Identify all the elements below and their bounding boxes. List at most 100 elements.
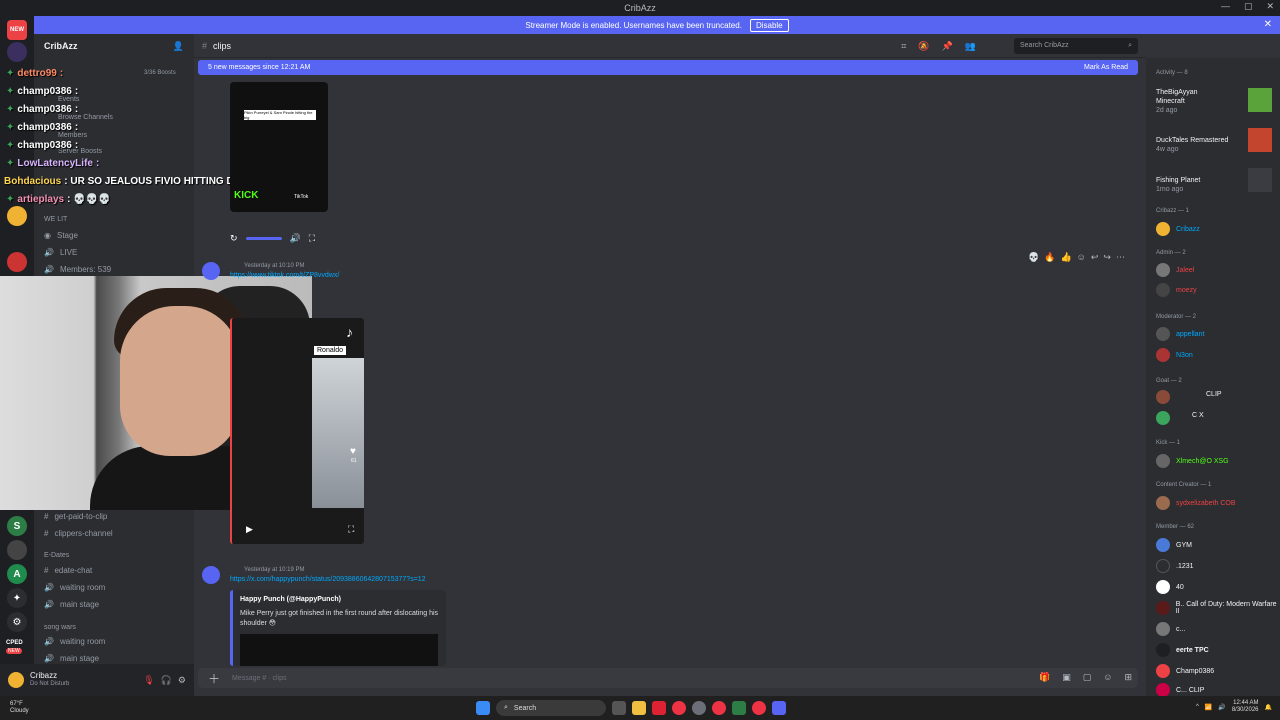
member-item[interactable]: Jaleel: [1156, 263, 1194, 277]
channel-main-stage[interactable]: 🔊 main stage: [44, 654, 99, 663]
channel-edate-chat[interactable]: # edate-chat: [44, 566, 92, 575]
member-item[interactable]: C X: [1192, 412, 1204, 419]
member-item[interactable]: c...: [1156, 622, 1185, 636]
disable-streamer-mode-button[interactable]: Disable: [749, 18, 789, 32]
mark-as-read-button[interactable]: Mark As Read: [1084, 64, 1128, 71]
channel-waiting-room[interactable]: 🔊 waiting room: [44, 583, 105, 592]
member-item[interactable]: GYM: [1156, 538, 1192, 552]
category-song-wars[interactable]: song wars: [44, 624, 76, 631]
channel-stage[interactable]: ◉ Stage: [44, 231, 78, 240]
notifications-icon[interactable]: 🔕: [918, 41, 929, 52]
tiktok-embed[interactable]: ♪ Ronaldo ♥ 61 ▶ ⛶: [230, 318, 364, 544]
member-item[interactable]: moezy: [1156, 283, 1197, 297]
category-we-lit[interactable]: WE LIT: [44, 216, 67, 223]
app-icon[interactable]: [652, 701, 666, 715]
activity-item[interactable]: Fishing Planet 1mo ago: [1156, 176, 1200, 194]
gift-icon[interactable]: 🎁: [1039, 672, 1050, 683]
server-header[interactable]: CribAzz 👤: [34, 34, 194, 58]
add-member-icon[interactable]: 👤: [173, 41, 184, 52]
server-icon[interactable]: [7, 42, 27, 62]
member-item[interactable]: eerte TPC: [1156, 643, 1209, 657]
mute-mic-icon[interactable]: 🎙: [143, 675, 154, 686]
server-settings-icon[interactable]: ⚙: [7, 612, 27, 632]
channel-clippers-channel[interactable]: # clippers-channel: [44, 529, 113, 538]
channel-waiting-room[interactable]: 🔊 waiting room: [44, 637, 105, 646]
gif-icon[interactable]: ▣: [1062, 672, 1071, 683]
maximize-button[interactable]: ▢: [1244, 1, 1253, 12]
server-icon[interactable]: [7, 252, 27, 272]
member-item[interactable]: sydxelizabeth COB: [1156, 496, 1236, 510]
start-icon[interactable]: [476, 701, 490, 715]
embed-title[interactable]: Happy Punch (@HappyPunch): [240, 596, 439, 603]
message-input[interactable]: Message # · clips: [232, 675, 286, 682]
app-icon[interactable]: [732, 701, 746, 715]
category-edates[interactable]: E-Dates: [44, 552, 69, 559]
channel-get-paid-to-clip[interactable]: # get-paid-to-clip: [44, 512, 107, 521]
discord-icon[interactable]: [772, 701, 786, 715]
minimize-button[interactable]: —: [1221, 1, 1230, 12]
member-item[interactable]: appellant: [1156, 327, 1204, 341]
play-icon[interactable]: ▶: [246, 524, 253, 535]
reaction-fire-icon[interactable]: 🔥: [1044, 252, 1055, 263]
avatar[interactable]: [202, 262, 220, 280]
member-item[interactable]: Cribazz: [1156, 222, 1200, 236]
message-link[interactable]: https://x.com/happypunch/status/20938860…: [230, 576, 426, 583]
file-explorer-icon[interactable]: [632, 701, 646, 715]
add-reaction-icon[interactable]: ☺: [1077, 252, 1086, 263]
avatar[interactable]: [8, 672, 24, 688]
wifi-icon[interactable]: 📶: [1205, 704, 1212, 711]
taskbar-search[interactable]: ⌕ Search: [496, 700, 606, 716]
reaction-skull-icon[interactable]: 💀: [1028, 252, 1039, 263]
channel-main-stage[interactable]: 🔊 main stage: [44, 600, 99, 609]
server-icon[interactable]: ✦: [7, 588, 27, 608]
add-attachment-icon[interactable]: ＋: [208, 670, 220, 687]
server-icon-a[interactable]: A: [7, 564, 27, 584]
fullscreen-icon[interactable]: ⛶: [348, 524, 354, 535]
tray-chevron-icon[interactable]: ^: [1196, 704, 1199, 710]
fullscreen-icon[interactable]: ⛶: [309, 233, 315, 244]
reaction-thumbs-icon[interactable]: 👍: [1060, 252, 1071, 263]
forward-icon[interactable]: ↪: [1103, 252, 1111, 263]
volume-icon[interactable]: 🔊: [290, 233, 301, 244]
member-item[interactable]: 40: [1156, 580, 1184, 594]
message-composer[interactable]: ＋ Message # · clips 🎁 ▣ ▢ ☺ ⊞: [198, 668, 1138, 688]
server-icon[interactable]: [7, 540, 27, 560]
server-icon-s[interactable]: S: [7, 516, 27, 536]
member-item[interactable]: C... CLIP: [1156, 683, 1204, 697]
video-attachment[interactable]: Pikin Purreyel & Sam Pinole hitting the …: [230, 82, 328, 212]
avatar[interactable]: [1156, 390, 1170, 404]
chrome-icon[interactable]: [752, 701, 766, 715]
sticker-icon[interactable]: ▢: [1083, 672, 1092, 683]
new-messages-bar[interactable]: 5 new messages since 12:21 AM Mark As Re…: [198, 60, 1138, 75]
member-item[interactable]: B.. Call of Duty: Modern Warfare II: [1156, 601, 1280, 615]
weather-widget[interactable]: 67°F Cloudy: [10, 701, 29, 715]
chrome-icon[interactable]: [672, 701, 686, 715]
avatar[interactable]: [202, 566, 220, 584]
more-icon[interactable]: ⋯: [1116, 252, 1125, 263]
pin-icon[interactable]: 📌: [942, 41, 953, 52]
threads-icon[interactable]: ⌗: [901, 41, 906, 52]
member-list-icon[interactable]: 👥: [965, 41, 976, 52]
member-item[interactable]: Xlmech@O XSG: [1156, 454, 1229, 468]
task-view-icon[interactable]: [612, 701, 626, 715]
emoji-icon[interactable]: ☺: [1103, 672, 1112, 683]
activity-item[interactable]: DuckTales Remastered 4w ago: [1156, 136, 1228, 154]
member-item[interactable]: CLIP: [1206, 391, 1222, 398]
activity-item[interactable]: TheBigAyyan Minecraft 2d ago: [1156, 88, 1252, 115]
browser-icon[interactable]: [712, 701, 726, 715]
search-input[interactable]: Search CribAzz ⌕: [1014, 38, 1138, 54]
clock[interactable]: 12:44 AM 8/30/2026: [1232, 700, 1259, 714]
reply-icon[interactable]: ↩: [1091, 252, 1099, 263]
member-item[interactable]: .1231: [1156, 559, 1194, 573]
message-link[interactable]: https://www.tiktok.com/t/ZP8vvdwx/: [230, 272, 339, 279]
settings-gear-icon[interactable]: ⚙: [178, 675, 186, 686]
deafen-icon[interactable]: 🎧: [161, 675, 172, 686]
channel-members-count[interactable]: 🔊 Members: 539: [44, 265, 111, 274]
member-item[interactable]: N3on: [1156, 348, 1193, 362]
github-icon[interactable]: [692, 701, 706, 715]
volume-slider[interactable]: [245, 236, 282, 240]
member-item[interactable]: Champ0386: [1156, 664, 1214, 678]
link-embed[interactable]: Happy Punch (@HappyPunch) Mike Perry jus…: [230, 590, 446, 666]
banner-close-icon[interactable]: ✕: [1264, 19, 1272, 30]
avatar[interactable]: [1156, 411, 1170, 425]
